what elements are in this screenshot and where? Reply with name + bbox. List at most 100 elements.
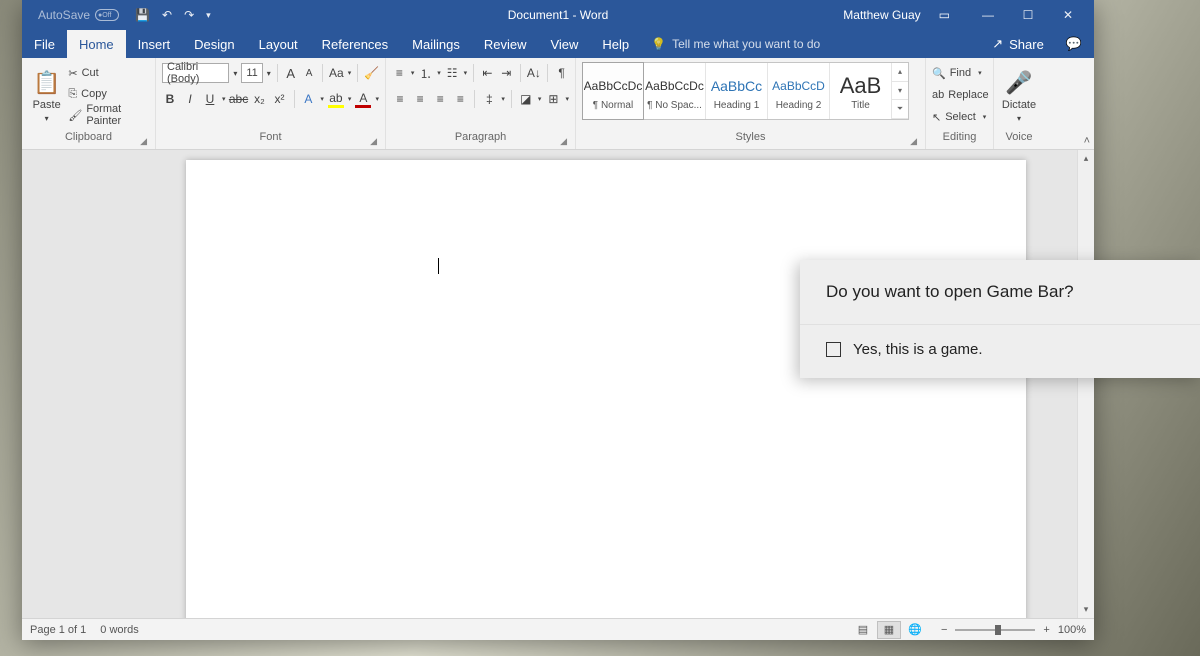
style-heading-2[interactable]: AaBbCcD Heading 2	[768, 63, 830, 119]
autosave-label: AutoSave	[38, 8, 90, 22]
shading-icon[interactable]: ◪	[518, 90, 534, 108]
dialog-launcher-icon[interactable]: ◢	[910, 136, 917, 147]
justify-icon[interactable]: ≡	[452, 90, 468, 108]
collapse-ribbon-icon[interactable]: ˄	[1084, 135, 1090, 147]
underline-icon[interactable]: U	[202, 90, 218, 108]
web-layout-icon[interactable]: 🌐	[903, 621, 927, 639]
group-voice: 🎤 Dictate ▾ Voice	[994, 58, 1044, 149]
user-name[interactable]: Matthew Guay	[843, 8, 920, 22]
align-left-icon[interactable]: ≡	[392, 90, 408, 108]
superscript-icon[interactable]: x²	[272, 90, 288, 108]
bullets-icon[interactable]: ≡	[392, 64, 407, 82]
increase-indent-icon[interactable]: ⇥	[499, 64, 514, 82]
borders-icon[interactable]: ⊞	[545, 90, 561, 108]
style-no-spacing[interactable]: AaBbCcDc ¶ No Spac...	[644, 63, 706, 119]
zoom-level[interactable]: 100%	[1058, 624, 1086, 636]
style-normal[interactable]: AaBbCcDc ¶ Normal	[582, 62, 644, 120]
find-button[interactable]: 🔍Find▾	[932, 64, 989, 82]
dialog-launcher-icon[interactable]: ◢	[370, 136, 377, 147]
multilevel-list-icon[interactable]: ☷	[445, 64, 460, 82]
clear-formatting-icon[interactable]: 🧹	[364, 64, 379, 82]
subscript-icon[interactable]: x₂	[252, 90, 268, 108]
tab-insert[interactable]: Insert	[126, 30, 183, 58]
zoom-slider[interactable]	[955, 629, 1035, 631]
tab-home[interactable]: Home	[67, 30, 126, 58]
tab-design[interactable]: Design	[182, 30, 246, 58]
tab-references[interactable]: References	[310, 30, 400, 58]
style-title[interactable]: AaB Title	[830, 63, 892, 119]
cut-button[interactable]: ✂Cut	[68, 64, 149, 82]
sort-icon[interactable]: A↓	[527, 64, 542, 82]
numbering-icon[interactable]: ⒈	[418, 64, 433, 82]
chevron-down-icon[interactable]: ▾	[267, 69, 271, 78]
maximize-icon[interactable]: ☐	[1008, 0, 1048, 30]
cursor-icon: ↖	[932, 111, 941, 124]
checkbox-icon[interactable]	[826, 342, 841, 357]
paste-button[interactable]: 📋 Paste ▾	[28, 62, 65, 131]
change-case-icon[interactable]: Aa	[329, 64, 344, 82]
ribbon-display-options-icon[interactable]: ▭	[939, 8, 950, 22]
clipboard-icon: 📋	[33, 70, 60, 96]
tab-file[interactable]: File	[22, 30, 67, 58]
styles-more-button[interactable]: ▴▾⏷	[892, 63, 908, 119]
minimize-icon[interactable]: —	[968, 0, 1008, 30]
page-indicator[interactable]: Page 1 of 1	[30, 624, 86, 636]
scroll-up-icon[interactable]: ▴	[1078, 150, 1094, 167]
style-heading-1[interactable]: AaBbCc Heading 1	[706, 63, 768, 119]
game-bar-checkbox-row[interactable]: Yes, this is a game.	[800, 324, 1200, 378]
autosave-toggle[interactable]: AutoSave ● Off	[32, 8, 125, 22]
share-button[interactable]: ↗ Share	[982, 30, 1054, 58]
comments-button[interactable]: 💬	[1054, 30, 1094, 58]
status-bar: Page 1 of 1 0 words ▤ ▦ 🌐 − + 100%	[22, 618, 1094, 640]
print-layout-icon[interactable]: ▦	[877, 621, 901, 639]
strikethrough-icon[interactable]: abc	[230, 90, 248, 108]
tab-help[interactable]: Help	[590, 30, 641, 58]
customize-qat-icon[interactable]: ▾	[206, 10, 211, 21]
word-count[interactable]: 0 words	[100, 624, 139, 636]
game-bar-popup: Do you want to open Game Bar? Yes, this …	[800, 260, 1200, 378]
tab-layout[interactable]: Layout	[247, 30, 310, 58]
tab-view[interactable]: View	[538, 30, 590, 58]
text-effects-icon[interactable]: A	[300, 90, 316, 108]
format-painter-button[interactable]: 🖌Format Painter	[68, 106, 149, 124]
copy-icon: ⎘	[68, 88, 77, 101]
grow-font-icon[interactable]: A	[284, 64, 298, 82]
align-right-icon[interactable]: ≡	[432, 90, 448, 108]
tell-me-placeholder: Tell me what you want to do	[672, 37, 820, 51]
copy-button[interactable]: ⎘Copy	[68, 85, 149, 103]
shrink-font-icon[interactable]: A	[302, 64, 316, 82]
dialog-launcher-icon[interactable]: ◢	[560, 136, 567, 147]
italic-icon[interactable]: I	[182, 90, 198, 108]
dialog-launcher-icon[interactable]: ◢	[140, 136, 147, 147]
close-icon[interactable]: ✕	[1048, 0, 1088, 30]
tab-review[interactable]: Review	[472, 30, 539, 58]
chevron-down-icon[interactable]: ▾	[233, 69, 237, 78]
tell-me-search[interactable]: 💡 Tell me what you want to do	[651, 30, 820, 58]
show-paragraph-marks-icon[interactable]: ¶	[554, 64, 569, 82]
select-button[interactable]: ↖Select▾	[932, 108, 989, 126]
font-name-combo[interactable]: Calibri (Body)	[162, 63, 229, 83]
zoom-in-icon[interactable]: +	[1043, 624, 1049, 636]
font-size-combo[interactable]: 11	[241, 63, 262, 83]
bold-icon[interactable]: B	[162, 90, 178, 108]
scroll-down-icon[interactable]: ▾	[1078, 601, 1094, 618]
line-spacing-icon[interactable]: ‡	[481, 90, 497, 108]
font-color-icon[interactable]: A	[355, 90, 371, 108]
highlight-icon[interactable]: ab	[328, 90, 344, 108]
decrease-indent-icon[interactable]: ⇤	[480, 64, 495, 82]
scissors-icon: ✂	[68, 67, 77, 80]
quick-access-toolbar: 💾 ↶ ↷ ▾	[135, 8, 211, 22]
tab-mailings[interactable]: Mailings	[400, 30, 472, 58]
save-icon[interactable]: 💾	[135, 8, 150, 22]
replace-button[interactable]: abReplace	[932, 86, 989, 104]
styles-gallery[interactable]: AaBbCcDc ¶ Normal AaBbCcDc ¶ No Spac... …	[582, 62, 909, 120]
vertical-scrollbar[interactable]: ▴ ▾	[1077, 150, 1094, 618]
undo-icon[interactable]: ↶	[162, 8, 172, 22]
page-canvas[interactable]	[186, 160, 1026, 618]
align-center-icon[interactable]: ≡	[412, 90, 428, 108]
group-editing: 🔍Find▾ abReplace ↖Select▾ Editing	[926, 58, 994, 149]
read-mode-icon[interactable]: ▤	[851, 621, 875, 639]
redo-icon[interactable]: ↷	[184, 8, 194, 22]
zoom-out-icon[interactable]: −	[941, 624, 947, 636]
dictate-button[interactable]: 🎤 Dictate ▾	[1000, 62, 1038, 131]
